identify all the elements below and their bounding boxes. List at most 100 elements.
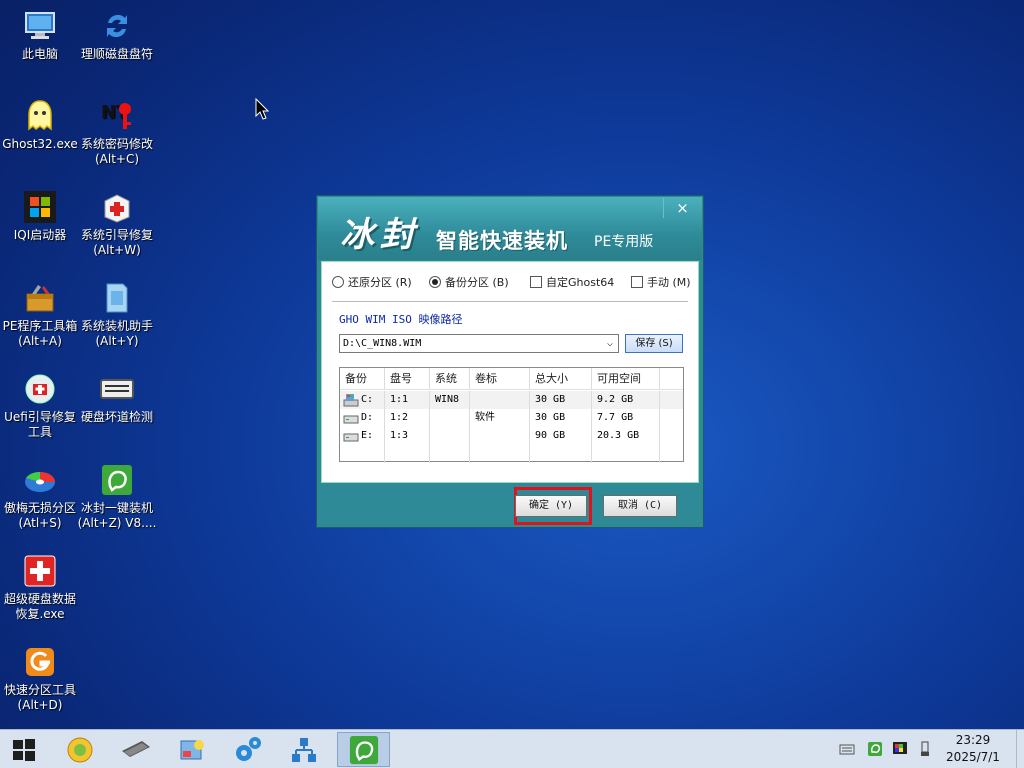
gears-icon xyxy=(236,736,261,761)
partition-table: 备份 盘号 系统 卷标 总大小 可用空间 C: 1:1 WIN8 30 GB 9… xyxy=(339,367,684,463)
start-button[interactable] xyxy=(0,732,48,767)
table-row[interactable]: C: 1:1 WIN8 30 GB 9.2 GB xyxy=(340,391,683,409)
desktop-icon-label: 系统引导修复 xyxy=(80,228,153,242)
desktop-icon-label: 系统密码修改 xyxy=(80,137,153,151)
desktop-icon-label: 硬盘坏道检测 xyxy=(80,410,153,424)
desktop-icon-bad-sector[interactable]: 硬盘坏道检测 xyxy=(77,371,157,425)
desktop-icon-sublabel: (Alt+D) xyxy=(17,698,63,712)
radio-icon xyxy=(332,276,344,288)
clock-date: 2025/7/1 xyxy=(946,750,1000,764)
desktop-icon-label: 冰封一键装机 xyxy=(80,501,153,515)
desktop-icon-iqi[interactable]: IQI启动器 xyxy=(0,189,80,243)
pe-toolbox-icon xyxy=(67,737,93,762)
desktop-icon-this-pc[interactable]: 此电脑 xyxy=(0,8,80,62)
save-button[interactable]: 保存 (S) xyxy=(625,334,683,353)
desktop-icon-label: 快速分区工具 xyxy=(3,683,76,697)
display-color-icon[interactable] xyxy=(892,741,908,757)
chevron-down-icon[interactable]: ⌵ xyxy=(602,335,618,352)
windows-flag-icon xyxy=(22,189,58,225)
taskbar-bingfeng-active[interactable] xyxy=(337,732,390,767)
radio-selected-icon xyxy=(429,276,441,288)
desktop-icon-label: 傲梅无损分区 xyxy=(3,501,76,515)
desktop-icon-ghost[interactable]: Ghost32.exe xyxy=(0,98,80,152)
desktop-icon-quick-partition[interactable]: 快速分区工具 (Alt+D) xyxy=(0,644,80,713)
desktop-icon-label: 理顺磁盘盘符 xyxy=(80,47,153,61)
diskgenius-icon xyxy=(22,644,58,680)
desktop-icon-sublabel: 恢复.exe xyxy=(15,607,65,621)
backup-radio[interactable]: 备份分区 (B) xyxy=(429,274,509,290)
desktop-icon-password[interactable]: NT 系统密码修改 (Alt+C) xyxy=(77,98,157,167)
close-button[interactable]: × xyxy=(663,198,701,218)
desktop-icon-data-recovery[interactable]: 超级硬盘数据 恢复.exe xyxy=(0,553,80,622)
ok-button[interactable]: 确定 (Y) xyxy=(515,495,587,517)
cancel-button[interactable]: 取消 (C) xyxy=(603,495,677,517)
desktop-icon-install-assistant[interactable]: 系统装机助手 (Alt+Y) xyxy=(77,280,157,349)
table-row-empty xyxy=(340,445,683,463)
desktop-icon-boot-repair[interactable]: 系统引导修复 (Alt+W) xyxy=(77,189,157,258)
hard-disk-icon xyxy=(99,371,135,407)
image-path-label: GHO WIM ISO 映像路径 xyxy=(339,313,463,326)
bingfeng-logo-icon xyxy=(99,462,135,498)
desktop-icon-uefi-repair[interactable]: Uefi引导修复 工具 xyxy=(0,371,80,440)
desktop-icon-sublabel: (Alt+Z) V8.... xyxy=(77,516,157,530)
manual-checkbox[interactable]: 手动 (M) xyxy=(631,274,691,290)
table-row[interactable]: E: 1:3 90 GB 20.3 GB xyxy=(340,427,683,445)
desktop-icon-sublabel: (Alt+A) xyxy=(18,334,62,348)
taskbar: 23:29 2025/7/1 xyxy=(0,729,1024,768)
divider xyxy=(332,301,688,302)
keyboard-icon[interactable] xyxy=(839,741,855,757)
taskbar-pe-tools[interactable] xyxy=(56,732,104,767)
usb-eject-icon[interactable] xyxy=(917,741,933,757)
desktop-icon-sublabel: 工具 xyxy=(27,425,52,439)
desktop-icon-label: PE程序工具箱 xyxy=(2,319,78,333)
desktop-icon-label: IQI启动器 xyxy=(13,228,67,242)
image-path-value: D:\C_WIN8.WIM xyxy=(343,338,422,349)
partition-disc-icon xyxy=(22,462,58,498)
desktop-icon-label: 此电脑 xyxy=(21,47,58,61)
dialog-panel: 还原分区 (R) 备份分区 (B) 自定Ghost64 手动 (M) GHO W… xyxy=(321,261,699,483)
custom-ghost-checkbox[interactable]: 自定Ghost64 xyxy=(530,274,614,290)
desktop-icon-sublabel: (Alt+Y) xyxy=(95,334,139,348)
checkbox-icon xyxy=(631,276,643,288)
desktop-icon-drive-letters[interactable]: 理顺磁盘盘符 xyxy=(77,8,157,62)
desktop-icon-aomei[interactable]: 傲梅无损分区 (Atl+S) xyxy=(0,462,80,531)
taskbar-desktop-tools[interactable] xyxy=(168,732,216,767)
dialog-title-main: 冰封 xyxy=(340,215,420,255)
system-clock[interactable]: 23:29 2025/7/1 xyxy=(940,732,1006,766)
desktop-icon-sublabel: (Alt+W) xyxy=(93,243,141,257)
red-cross-icon xyxy=(22,553,58,589)
nt-key-icon: NT xyxy=(99,98,135,134)
install-dialog: 冰封 智能快速装机 PE专用版 × 还原分区 (R) 备份分区 (B) 自定Gh… xyxy=(316,195,704,528)
desktop-icon-label: Uefi引导修复 xyxy=(4,410,76,424)
desktop-icon-sublabel: (Alt+C) xyxy=(94,152,140,166)
taskbar-memory[interactable] xyxy=(112,732,160,767)
mouse-cursor-icon xyxy=(255,98,269,120)
toolbox-icon xyxy=(22,280,58,316)
desktop-icon-sublabel: (Atl+S) xyxy=(18,516,62,530)
system-drive-icon xyxy=(343,394,359,407)
desktop-icon-bingfeng-install[interactable]: 冰封一键装机 (Alt+Z) V8.... xyxy=(77,462,157,531)
checkbox-icon xyxy=(530,276,542,288)
refresh-arrows-icon xyxy=(99,8,135,44)
wand-tools-icon xyxy=(180,739,204,759)
first-aid-box-icon xyxy=(99,189,135,225)
dialog-banner: 冰封 智能快速装机 PE专用版 × xyxy=(318,197,702,260)
windows-logo-icon xyxy=(13,738,35,761)
desktop-icon-pe-toolbox[interactable]: PE程序工具箱 (Alt+A) xyxy=(0,280,80,349)
clock-time: 23:29 xyxy=(955,733,991,747)
table-row[interactable]: D: 1:2 软件 30 GB 7.7 GB xyxy=(340,409,683,427)
image-path-combobox[interactable]: D:\C_WIN8.WIM ⌵ xyxy=(339,334,619,353)
ghost-icon xyxy=(22,98,58,134)
dialog-title-sub: 智能快速装机 xyxy=(436,229,568,253)
drive-icon xyxy=(343,433,359,442)
usb-drive-icon xyxy=(99,280,135,316)
desktop-icon-label: 超级硬盘数据 xyxy=(3,592,76,606)
show-desktop-button[interactable] xyxy=(1016,730,1024,768)
medkit-round-icon xyxy=(22,371,58,407)
restore-radio[interactable]: 还原分区 (R) xyxy=(332,274,412,290)
drive-icon xyxy=(343,415,359,424)
bingfeng-tray-icon[interactable] xyxy=(867,741,883,757)
taskbar-network[interactable] xyxy=(280,732,328,767)
table-header: 备份 盘号 系统 卷标 总大小 可用空间 xyxy=(340,368,683,390)
taskbar-settings[interactable] xyxy=(224,732,272,767)
